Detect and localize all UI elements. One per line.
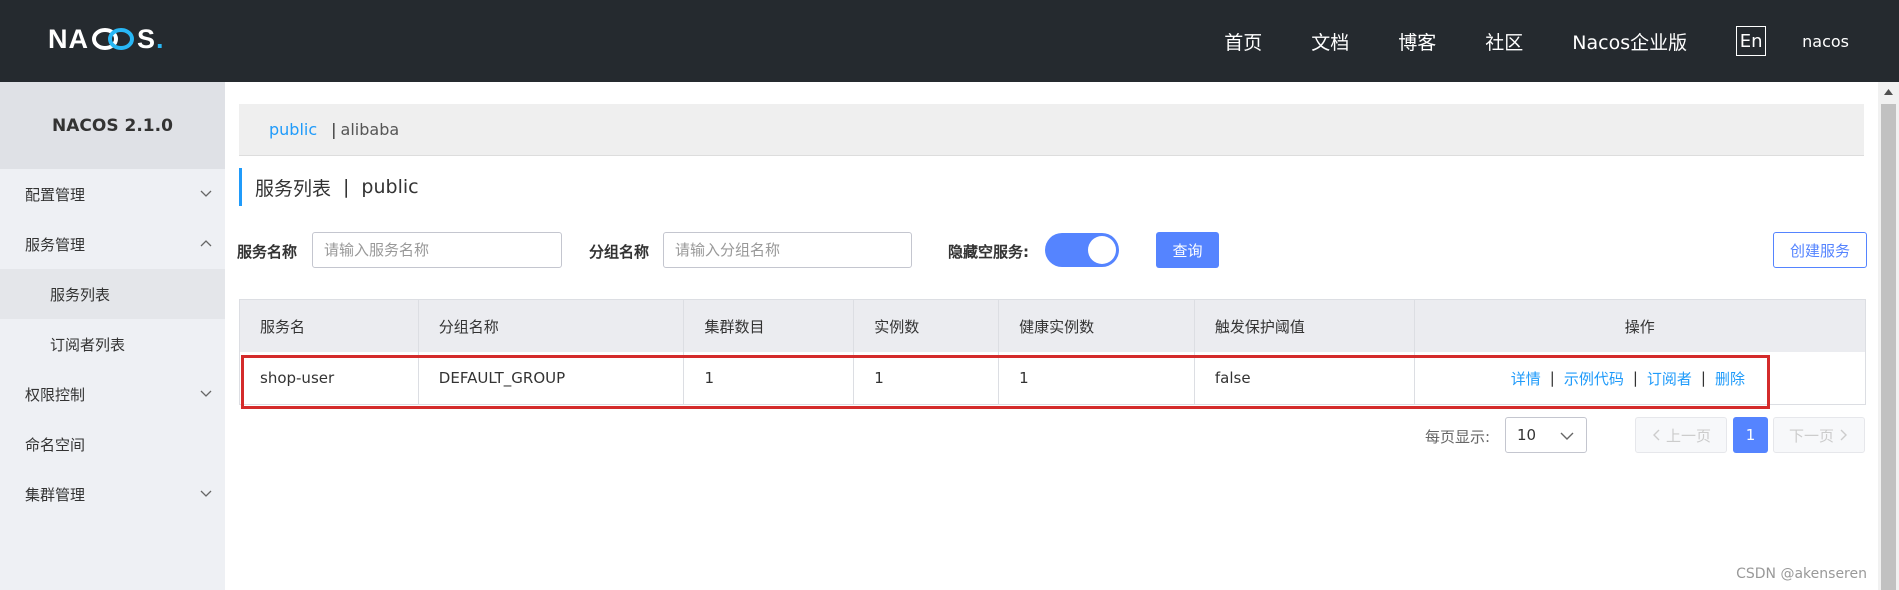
page-size-label: 每页显示:	[1425, 428, 1491, 446]
hide-empty-toggle[interactable]	[1045, 233, 1119, 267]
chevron-up-icon	[200, 240, 212, 247]
action-separator: |	[1700, 369, 1706, 387]
col-threshold: 触发保护阈值	[1195, 300, 1415, 352]
nav-home[interactable]: 首页	[1224, 28, 1262, 55]
nav-blog[interactable]: 博客	[1398, 28, 1436, 55]
service-name-input[interactable]	[312, 232, 562, 268]
scrollbar-thumb[interactable]	[1881, 104, 1896, 590]
page-title: 服务列表 | public	[239, 168, 419, 206]
page-title-separator: |	[343, 176, 350, 198]
vertical-scrollbar[interactable]	[1878, 82, 1899, 590]
filter-bar: 服务名称 分组名称 隐藏空服务: 查询 创建服务	[237, 232, 1867, 270]
col-cluster-count: 集群数目	[684, 300, 855, 352]
next-page-button[interactable]: 下一页	[1773, 417, 1865, 453]
namespace-bar: public | alibaba	[239, 104, 1864, 156]
sample-code-link[interactable]: 示例代码	[1564, 368, 1624, 389]
service-table: 服务名 分组名称 集群数目 实例数 健康实例数 触发保护阈值 操作 shop-u…	[239, 299, 1866, 405]
table-header: 服务名 分组名称 集群数目 实例数 健康实例数 触发保护阈值 操作	[240, 300, 1865, 352]
scroll-up-arrow-icon[interactable]	[1883, 88, 1894, 96]
chevron-down-icon	[200, 490, 212, 497]
nacos-logo[interactable]: NA S .	[48, 22, 165, 56]
sidebar-item-label: 订阅者列表	[50, 335, 126, 354]
delete-link[interactable]: 删除	[1715, 368, 1745, 389]
page-size-select[interactable]: 10	[1505, 417, 1587, 453]
prev-page-button[interactable]: 上一页	[1635, 417, 1727, 453]
page-title-text: 服务列表	[255, 177, 332, 200]
cell-clusters: 1	[684, 352, 855, 404]
table-row: shop-user DEFAULT_GROUP 1 1 1 false 详情 |…	[240, 352, 1865, 404]
sidebar-item-label: 服务管理	[25, 235, 86, 254]
language-toggle[interactable]: En	[1736, 26, 1767, 56]
nav-enterprise[interactable]: Nacos企业版	[1572, 28, 1687, 55]
col-healthy-count: 健康实例数	[999, 300, 1195, 352]
col-group-name: 分组名称	[419, 300, 685, 352]
page-size-value: 10	[1517, 426, 1537, 444]
cell-group: DEFAULT_GROUP	[419, 352, 685, 404]
sidebar-item-label: 集群管理	[25, 485, 86, 504]
sidebar-item-service-list[interactable]: 服务列表	[0, 269, 225, 319]
sidebar: NACOS 2.1.0 配置管理 服务管理 服务列表 订阅者列表 权限控制 命名…	[0, 82, 225, 590]
chevron-down-icon	[200, 390, 212, 397]
chevron-down-icon	[1560, 432, 1574, 440]
action-separator: |	[1632, 369, 1638, 387]
query-button[interactable]: 查询	[1156, 232, 1219, 268]
nav-docs[interactable]: 文档	[1311, 28, 1349, 55]
nav-community[interactable]: 社区	[1485, 28, 1523, 55]
top-nav: 首页 文档 博客 社区 Nacos企业版 En nacos	[1224, 0, 1899, 82]
cell-service: shop-user	[240, 352, 419, 404]
cell-instances: 1	[854, 352, 1000, 404]
sidebar-item-service[interactable]: 服务管理	[0, 219, 225, 269]
user-menu[interactable]: nacos	[1802, 32, 1849, 51]
cell-actions: 详情 | 示例代码 | 订阅者 | 删除	[1415, 352, 1865, 404]
logo-dot: .	[156, 23, 165, 54]
chevron-left-icon	[1652, 429, 1660, 441]
col-instance-count: 实例数	[854, 300, 1000, 352]
group-name-label: 分组名称	[589, 243, 650, 261]
namespace-public[interactable]: public	[269, 120, 317, 139]
sidebar-title: NACOS 2.1.0	[0, 82, 225, 169]
sidebar-item-label: 权限控制	[25, 385, 86, 404]
toggle-knob	[1088, 236, 1116, 264]
prev-page-label: 上一页	[1665, 426, 1711, 445]
hide-empty-label: 隐藏空服务:	[948, 243, 1029, 261]
sidebar-item-label: 服务列表	[50, 285, 111, 304]
next-page-label: 下一页	[1788, 426, 1834, 445]
page-title-namespace: public	[361, 176, 419, 198]
sidebar-item-subscribers[interactable]: 订阅者列表	[0, 319, 225, 369]
sidebar-item-auth[interactable]: 权限控制	[0, 369, 225, 419]
cell-threshold: false	[1195, 352, 1415, 404]
group-name-input[interactable]	[663, 232, 912, 268]
chevron-right-icon	[1840, 429, 1847, 441]
detail-link[interactable]: 详情	[1511, 368, 1541, 389]
page-number-current[interactable]: 1	[1733, 417, 1768, 453]
sidebar-item-config[interactable]: 配置管理	[0, 169, 225, 219]
col-service-name: 服务名	[240, 300, 419, 352]
chevron-down-icon	[200, 190, 212, 197]
namespace-alibaba[interactable]: alibaba	[341, 120, 400, 139]
service-name-label: 服务名称	[237, 243, 298, 261]
watermark: CSDN @akenseren	[1736, 566, 1867, 582]
pagination: 每页显示: 10 上一页 1 下一页	[225, 417, 1874, 453]
sidebar-item-label: 命名空间	[25, 435, 86, 454]
subscribers-link[interactable]: 订阅者	[1647, 368, 1692, 389]
main-content: public | alibaba 服务列表 | public 服务名称 分组名称…	[225, 82, 1874, 590]
cell-healthy: 1	[999, 352, 1195, 404]
col-actions: 操作	[1624, 317, 1655, 336]
logo-rings-icon	[90, 25, 136, 53]
row-actions: 详情 | 示例代码 | 订阅者 | 删除	[1415, 368, 1865, 389]
sidebar-item-label: 配置管理	[25, 185, 86, 204]
sidebar-item-namespace[interactable]: 命名空间	[0, 419, 225, 469]
sidebar-item-cluster[interactable]: 集群管理	[0, 469, 225, 519]
logo-text-right: S	[137, 23, 157, 54]
create-service-button[interactable]: 创建服务	[1773, 232, 1867, 268]
logo-text-left: NA	[48, 23, 89, 54]
namespace-separator: |	[331, 120, 337, 139]
top-navbar: NA S . 首页 文档 博客 社区 Nacos企业版 En nacos	[0, 0, 1899, 82]
action-separator: |	[1549, 369, 1555, 387]
